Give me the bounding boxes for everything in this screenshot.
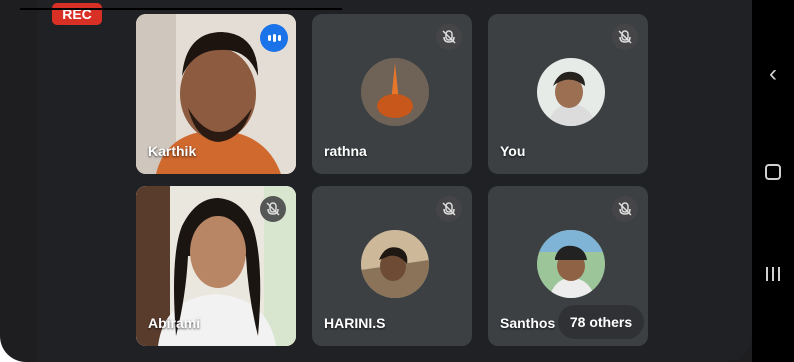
avatar [361, 58, 429, 126]
participant-name: Abirami [148, 315, 201, 331]
avatar [537, 58, 605, 126]
avatar [361, 230, 429, 298]
back-icon[interactable]: ‹ [752, 60, 794, 88]
participant-tile[interactable]: rathna [312, 14, 472, 174]
phone-screen: REC Karthik rathna You Abirami HARINI.S … [0, 0, 794, 362]
participant-tile[interactable]: HARINI.S [312, 186, 472, 346]
participant-name: Santhos [500, 315, 556, 331]
mic-off-icon [260, 196, 286, 222]
speaking-indicator-icon [260, 24, 288, 52]
recents-icon[interactable] [752, 267, 794, 286]
avatar [537, 230, 605, 298]
mic-off-icon [612, 24, 638, 50]
participant-name: You [500, 143, 526, 159]
mic-off-icon [436, 196, 462, 222]
participant-tile[interactable]: Karthik [136, 14, 296, 174]
home-icon[interactable] [752, 164, 794, 185]
android-nav-bar: ‹ [752, 0, 794, 362]
participant-name: Karthik [148, 143, 197, 159]
others-count-button[interactable]: 78 others [558, 305, 644, 339]
participant-tile[interactable]: You [488, 14, 648, 174]
mic-off-icon [436, 24, 462, 50]
participant-tile[interactable]: Abirami [136, 186, 296, 346]
participant-name: HARINI.S [324, 315, 386, 331]
participant-name: rathna [324, 143, 367, 159]
recording-badge: REC [52, 3, 102, 25]
top-divider-line [20, 8, 342, 10]
mic-off-icon [612, 196, 638, 222]
